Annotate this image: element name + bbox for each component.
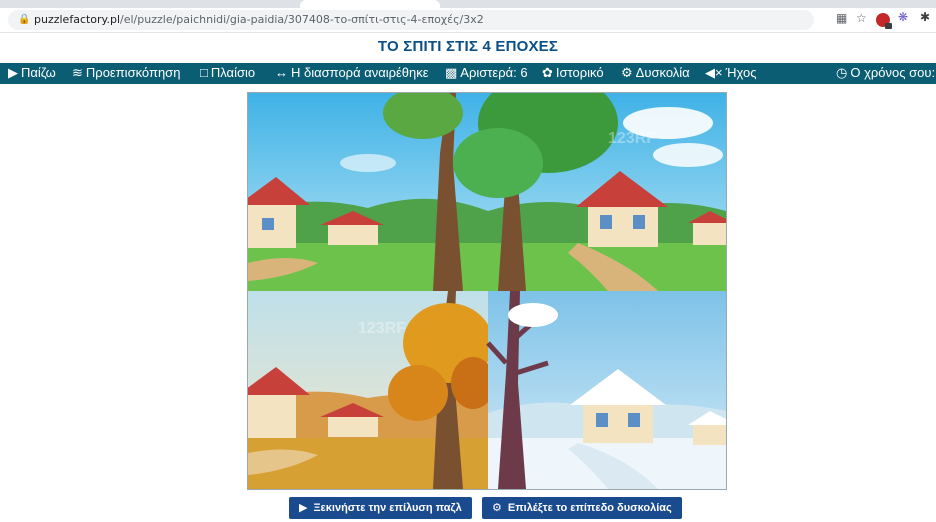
start-puzzle-button[interactable]: ▶ Ξεκινήστε την επίλυση παζλ (289, 497, 472, 519)
frame-button[interactable]: □ Πλαίσιο (200, 65, 255, 80)
window (628, 413, 640, 427)
timer-label: Ο χρόνος σου: (850, 65, 936, 80)
cogs-icon: ⚙ (621, 65, 633, 80)
watermark: 123RF (608, 130, 656, 147)
puzzle-picture: 123RF 123RF (248, 93, 726, 489)
sound-button[interactable]: ◀× Ήχος (705, 65, 756, 81)
browser-address-bar: 🔒 puzzlefactory.pl/el/puzzle/paichnidi/g… (0, 8, 936, 33)
window (262, 218, 274, 230)
watermark: 123RF (358, 320, 406, 337)
play-circle-icon: ▶ (299, 502, 308, 514)
eye-icon: ≋ (72, 65, 83, 80)
arrows-icon: ↔ (275, 65, 288, 80)
url-text: puzzlefactory.pl/el/puzzle/paichnidi/gia… (34, 13, 484, 26)
house (248, 393, 296, 438)
history-button[interactable]: ✿ Ιστορικό (542, 65, 604, 81)
preview-button[interactable]: ≋ Προεπισκόπηση (72, 65, 180, 81)
palette-icon: ✿ (542, 65, 553, 80)
volume-off-icon: ◀× (705, 65, 723, 80)
square-icon: □ (200, 65, 208, 80)
house (328, 415, 378, 437)
choose-level-label: Επιλέξτε το επίπεδο δυσκολίας (507, 502, 672, 514)
autumn-foliage (388, 365, 448, 421)
cloud (340, 154, 396, 172)
frame-label: Πλαίσιο (210, 65, 256, 80)
snow-on-branch (508, 303, 558, 327)
grass (248, 243, 726, 291)
difficulty-button[interactable]: ⚙ Δυσκολία (621, 65, 690, 81)
window (633, 215, 645, 229)
url-path: /el/puzzle/paichnidi/gia-paidia/307408-τ… (120, 13, 484, 26)
puzzle-extension-icon[interactable]: ✱ (920, 10, 930, 24)
window (600, 215, 612, 229)
play-circle-icon: ▶ (8, 65, 18, 80)
difficulty-label: Δυσκολία (635, 65, 690, 80)
choose-level-button[interactable]: ⚙ Επιλέξτε το επίπεδο δυσκολίας (482, 497, 682, 519)
puzzle-board[interactable]: 123RF 123RF (247, 92, 727, 490)
house (693, 221, 726, 245)
preview-label: Προεπισκόπηση (85, 65, 181, 80)
play-button[interactable]: ▶ Παίζω (8, 65, 56, 81)
timer: ◷ Ο χρόνος σου: (836, 65, 935, 81)
star-icon[interactable]: ☆ (856, 11, 867, 25)
history-label: Ιστορικό (555, 65, 604, 80)
play-label: Παίζω (21, 65, 56, 80)
sound-label: Ήχος (725, 65, 757, 80)
window (596, 413, 608, 427)
browser-active-tab[interactable] (300, 0, 440, 8)
pieces-icon: ▩ (445, 65, 458, 80)
scatter-button[interactable]: ↔ Η διασπορά αναιρέθηκε (275, 65, 429, 80)
page-title: ΤΟ ΣΠΙΤΙ ΣΤΙΣ 4 ΕΠΟΧΕΣ (377, 38, 559, 55)
browser-tab-strip (0, 0, 936, 8)
clock-icon: ◷ (836, 65, 848, 80)
tree-foliage (453, 128, 543, 198)
cloud (653, 143, 723, 167)
cogs-icon: ⚙ (492, 502, 502, 514)
puzzle-toolbar: ▶ Παίζω ≋ Προεπισκόπηση □ Πλαίσιο ↔ Η διασπο… (0, 63, 936, 84)
pieces-left-label: Αριστερά: 6 (460, 65, 528, 80)
house (588, 203, 658, 247)
start-puzzle-label: Ξεκινήστε την επίλυση παζλ (313, 502, 462, 514)
translate-icon[interactable]: ▦ (836, 11, 847, 25)
house (328, 223, 378, 245)
lock-icon: 🔒 (18, 14, 31, 25)
url-host: puzzlefactory.pl (34, 13, 121, 26)
house (583, 401, 653, 443)
url-field[interactable]: 🔒 puzzlefactory.pl/el/puzzle/paichnidi/g… (8, 10, 814, 30)
pieces-left-counter[interactable]: ▩ Αριστερά: 6 (445, 65, 528, 81)
settings-icon[interactable]: ❋ (898, 10, 908, 24)
house (693, 423, 726, 445)
scatter-label: Η διασπορά αναιρέθηκε (291, 65, 429, 80)
extension-icon[interactable] (876, 13, 892, 29)
